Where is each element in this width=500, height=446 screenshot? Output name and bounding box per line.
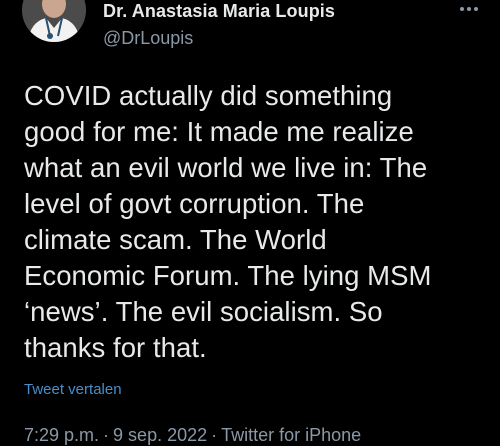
tweet-time[interactable]: 7:29 p.m. (24, 425, 99, 445)
author-handle[interactable]: @DrLoupis (103, 27, 335, 49)
more-horizontal-icon (460, 7, 478, 11)
author-display-name[interactable]: Dr. Anastasia Maria Loupis (103, 0, 335, 22)
tweet-date[interactable]: 9 sep. 2022 (113, 425, 207, 445)
tweet: Dr. Anastasia Maria Loupis @DrLoupis COV… (0, 0, 500, 445)
tweet-source[interactable]: Twitter for iPhone (221, 425, 361, 445)
author-block: Dr. Anastasia Maria Loupis @DrLoupis (103, 0, 335, 49)
tweet-metadata: 7:29 p.m. · 9 sep. 2022 · Twitter for iPhone (24, 424, 361, 446)
meta-separator: · (211, 425, 218, 445)
tweet-text: COVID actually did something good for me… (24, 80, 432, 363)
more-options-button[interactable] (456, 0, 482, 18)
avatar[interactable] (22, 0, 86, 42)
avatar-image (22, 0, 86, 42)
translate-tweet-link[interactable]: Tweet vertalen (24, 381, 122, 399)
meta-separator: · (103, 425, 110, 445)
